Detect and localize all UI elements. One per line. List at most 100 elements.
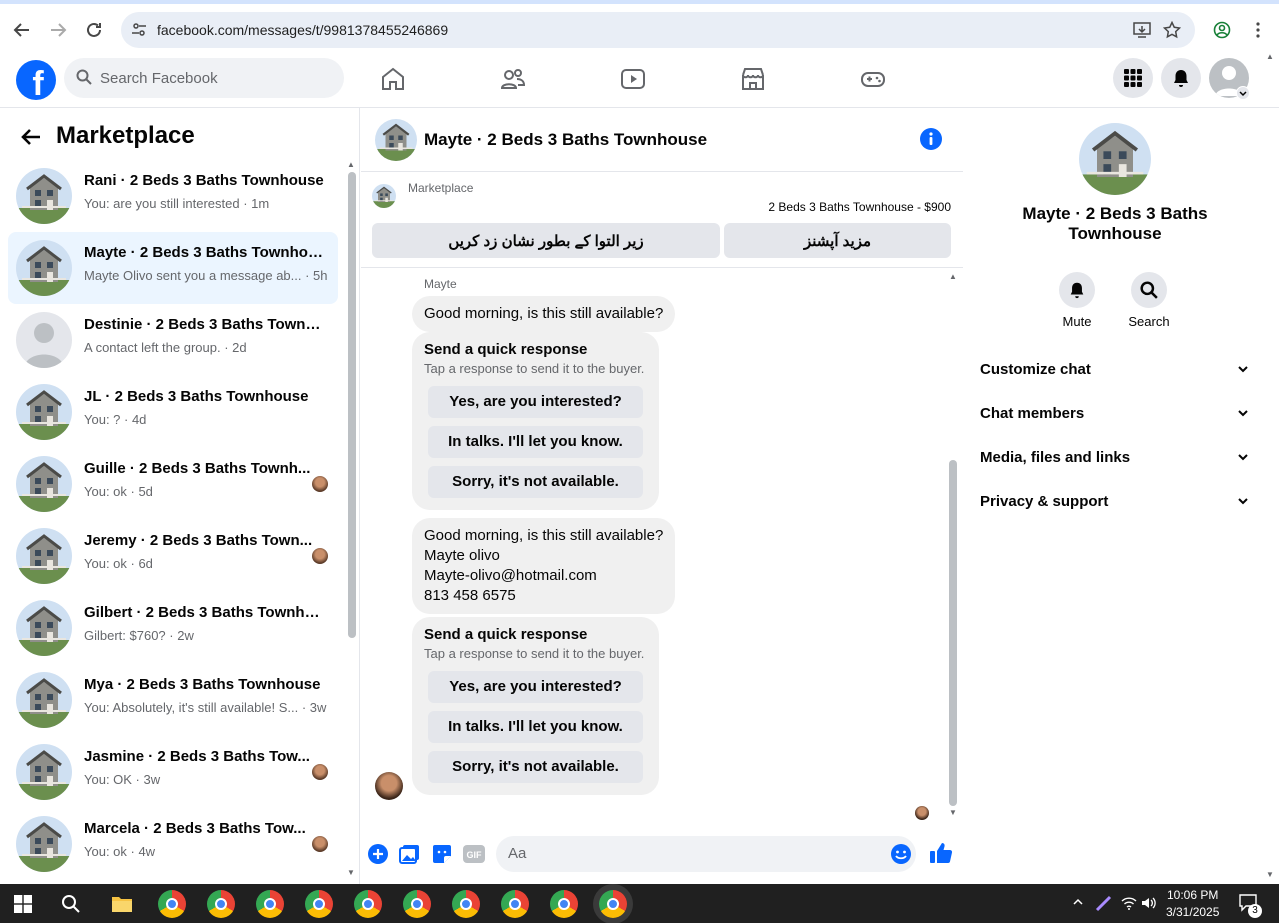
- scroll-down-arrow[interactable]: ▼: [347, 868, 355, 877]
- scroll-down-arrow[interactable]: ▼: [1266, 870, 1274, 879]
- mark-pending-button[interactable]: زیر التوا کے بطور نشان زد کریں: [372, 223, 720, 258]
- conversation-item[interactable]: Marcela · 2 Beds 3 Baths Tow... You: ok ·…: [8, 808, 338, 880]
- conversation-item[interactable]: Jeremy · 2 Beds 3 Baths Town... You: ok ·…: [8, 520, 338, 592]
- privacy-support-row[interactable]: Privacy & support: [980, 479, 1250, 523]
- marketplace-icon[interactable]: [740, 66, 770, 96]
- chat-avatar[interactable]: [375, 119, 417, 161]
- search-icon: [76, 69, 92, 85]
- quick-reply-not-available-button[interactable]: Sorry, it's not available.: [428, 466, 643, 498]
- message-line: 813 458 6575: [424, 587, 516, 604]
- read-receipt-avatar: [915, 806, 929, 820]
- chat-title[interactable]: Mayte · 2 Beds 3 Baths Townhouse: [424, 130, 707, 150]
- address-bar[interactable]: facebook.com/messages/t/9981378455246869: [121, 12, 1195, 48]
- chrome-taskbar-icon[interactable]: [158, 890, 186, 918]
- listing-thumbnail[interactable]: [372, 184, 396, 208]
- chrome-taskbar-icon[interactable]: [354, 890, 382, 918]
- message-line: Mayte olivo: [424, 547, 500, 564]
- volume-icon[interactable]: [1141, 895, 1157, 911]
- install-app-icon[interactable]: [1133, 21, 1151, 39]
- chat-members-row[interactable]: Chat members: [980, 391, 1250, 435]
- taskbar-clock[interactable]: 10:06 PM 3/31/2025: [1166, 887, 1219, 921]
- chrome-taskbar-icon[interactable]: [403, 890, 431, 918]
- scroll-up-arrow[interactable]: ▲: [1266, 52, 1274, 61]
- file-explorer-icon[interactable]: [111, 895, 133, 913]
- chat-scrollbar[interactable]: [949, 460, 957, 806]
- chevron-down-icon: [1236, 406, 1250, 420]
- chevron-down-icon: [1236, 494, 1250, 508]
- chrome-taskbar-icon[interactable]: [256, 890, 284, 918]
- chrome-taskbar-icon[interactable]: [452, 890, 480, 918]
- listing-title-price[interactable]: 2 Beds 3 Baths Townhouse - $900: [768, 200, 951, 214]
- chrome-taskbar-icon[interactable]: [501, 890, 529, 918]
- mute-button[interactable]: Mute: [1047, 272, 1107, 329]
- more-options-button[interactable]: مزید آپشنز: [724, 223, 951, 258]
- thumbs-up-icon[interactable]: [929, 841, 953, 864]
- forward-icon[interactable]: [44, 16, 72, 44]
- bookmark-star-icon[interactable]: [1163, 21, 1181, 39]
- conversation-item[interactable]: Mya · 2 Beds 3 Baths Townhouse You: Absol…: [8, 664, 338, 736]
- chevron-down-icon: [1236, 362, 1250, 376]
- quick-reply-not-available-button[interactable]: Sorry, it's not available.: [428, 751, 643, 783]
- emoji-icon[interactable]: [890, 843, 912, 865]
- tray-chevron-icon[interactable]: [1071, 895, 1085, 909]
- browser-menu-icon[interactable]: [1244, 16, 1272, 44]
- home-icon[interactable]: [380, 66, 410, 96]
- wifi-icon[interactable]: [1121, 895, 1137, 911]
- quick-response-card: Send a quick response Tap a response to …: [412, 332, 659, 510]
- plus-icon[interactable]: [367, 843, 389, 865]
- chrome-taskbar-icon[interactable]: [207, 890, 235, 918]
- facebook-logo-icon[interactable]: f: [16, 60, 56, 100]
- conversation-item[interactable]: Guille · 2 Beds 3 Baths Townh... You: ok …: [8, 448, 338, 520]
- account-chevron-icon[interactable]: [1236, 86, 1250, 100]
- info-icon[interactable]: [920, 128, 942, 150]
- quick-reply-yes-button[interactable]: Yes, are you interested?: [428, 386, 643, 418]
- back-icon[interactable]: [8, 16, 36, 44]
- message-input[interactable]: Aa: [496, 836, 916, 872]
- sticker-icon[interactable]: [431, 843, 453, 865]
- windows-start-icon[interactable]: [14, 895, 32, 913]
- scroll-up-arrow[interactable]: ▲: [347, 160, 355, 169]
- search-facebook-input[interactable]: Search Facebook: [64, 58, 344, 98]
- notifications-bell-icon[interactable]: [1161, 58, 1201, 98]
- scroll-up-arrow[interactable]: ▲: [949, 272, 957, 281]
- gif-icon[interactable]: GIF: [462, 843, 485, 865]
- quick-reply-in-talks-button[interactable]: In talks. I'll let you know.: [428, 426, 643, 458]
- chrome-taskbar-icon[interactable]: [550, 890, 578, 918]
- search-in-conversation-button[interactable]: Search: [1119, 272, 1179, 329]
- attach-image-icon[interactable]: [399, 843, 421, 865]
- conversation-item[interactable]: Gilbert · 2 Beds 3 Baths Townho... Gilber…: [8, 592, 338, 664]
- conversation-item[interactable]: Jasmine · 2 Beds 3 Baths Tow... You: OK ·…: [8, 736, 338, 808]
- conversation-name: Gilbert · 2 Beds 3 Baths Townho...: [84, 604, 324, 621]
- conversation-item[interactable]: Destinie · 2 Beds 3 Baths Townh... A cont…: [8, 304, 338, 376]
- sender-avatar[interactable]: [375, 772, 403, 800]
- conversation-preview: You: ok · 4w: [84, 844, 156, 859]
- conversation-item[interactable]: Mayte · 2 Beds 3 Baths Townhou... Mayte O…: [8, 232, 338, 304]
- details-avatar[interactable]: [1079, 123, 1151, 195]
- search-label: Search: [1128, 314, 1170, 329]
- quick-reply-yes-button[interactable]: Yes, are you interested?: [428, 671, 643, 703]
- site-settings-icon[interactable]: [131, 22, 147, 38]
- menu-grid-icon[interactable]: [1113, 58, 1153, 98]
- reload-icon[interactable]: [80, 16, 108, 44]
- scroll-down-arrow[interactable]: ▼: [949, 808, 957, 817]
- conversation-item[interactable]: JL · 2 Beds 3 Baths Townhouse You: ? · 4d: [8, 376, 338, 448]
- clock-time: 10:06 PM: [1167, 888, 1219, 902]
- profile-icon[interactable]: [1208, 16, 1236, 44]
- taskbar-search-icon[interactable]: [61, 894, 81, 914]
- chrome-taskbar-icon[interactable]: [305, 890, 333, 918]
- customize-chat-row[interactable]: Customize chat: [980, 347, 1250, 391]
- message-bubble[interactable]: Good morning, is this still available?: [412, 296, 676, 332]
- conversation-item[interactable]: Rani · 2 Beds 3 Baths Townhouse You: are …: [8, 160, 338, 232]
- pen-tray-icon[interactable]: [1095, 894, 1113, 912]
- back-arrow-icon[interactable]: [20, 126, 42, 148]
- chat-panel: Mayte · 2 Beds 3 Baths Townhouse Marketp…: [361, 108, 963, 884]
- gaming-icon[interactable]: [860, 66, 890, 96]
- watch-icon[interactable]: [620, 66, 650, 96]
- quick-reply-in-talks-button[interactable]: In talks. I'll let you know.: [428, 711, 643, 743]
- chrome-taskbar-icon[interactable]: [599, 890, 627, 918]
- sidebar-scrollbar[interactable]: [348, 172, 356, 638]
- quick-response-card: Send a quick response Tap a response to …: [412, 617, 659, 795]
- message-bubble-contact[interactable]: Good morning, is this still available? M…: [412, 518, 676, 614]
- media-files-links-row[interactable]: Media, files and links: [980, 435, 1250, 479]
- friends-icon[interactable]: [500, 66, 530, 96]
